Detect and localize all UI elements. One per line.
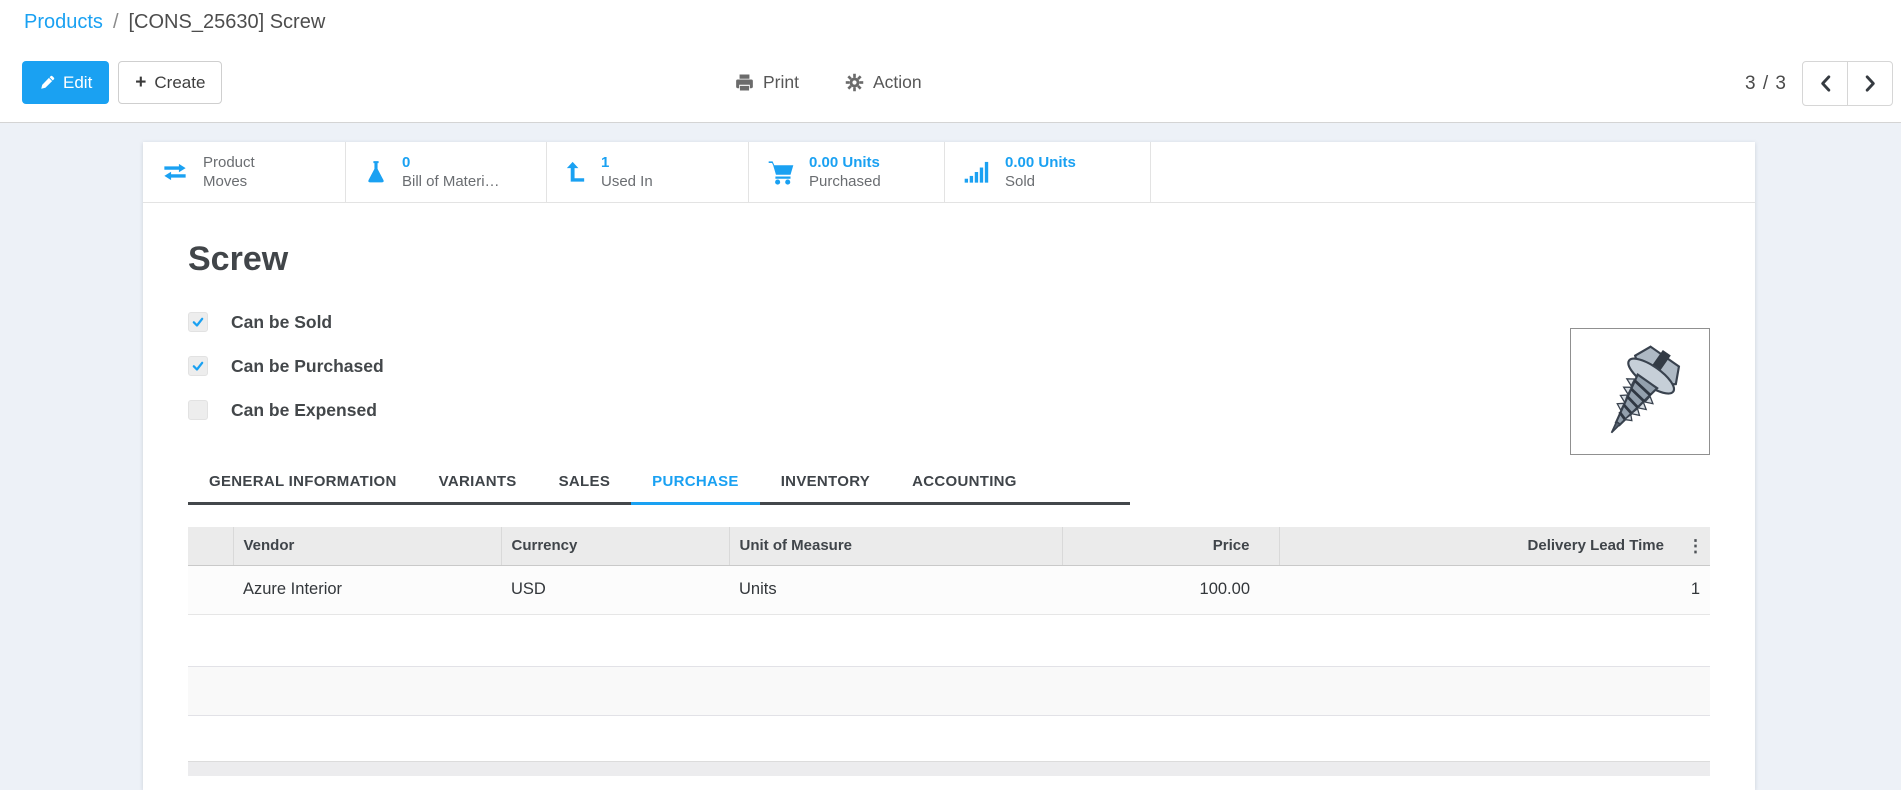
- stat-value: 0.00 Units: [1005, 154, 1076, 171]
- pager-count: 3 / 3: [1745, 72, 1787, 94]
- table-row[interactable]: Azure Interior USD Units 100.00 1: [188, 565, 1710, 615]
- tab-purchase[interactable]: PURCHASE: [631, 463, 760, 505]
- breadcrumb-current-record: [CONS_25630] Screw: [128, 11, 326, 33]
- stat-button-box: Product Moves 0 Bill of Materi… 1 Used I…: [143, 142, 1755, 203]
- stat-value: 0.00 Units: [809, 154, 880, 171]
- checkbox-label: Can be Sold: [231, 311, 333, 332]
- sheet-body: Screw Can be Sold Can be Purchased Can b…: [143, 240, 1755, 776]
- notebook-tabs: GENERAL INFORMATION VARIANTS SALES PURCH…: [188, 463, 1130, 505]
- cell-unit-of-measure[interactable]: Units: [729, 565, 1062, 615]
- cell-vendor[interactable]: Azure Interior: [233, 565, 501, 615]
- checkbox-can-be-sold[interactable]: Can be Sold: [188, 311, 1710, 333]
- checkbox-label: Can be Expensed: [231, 399, 377, 420]
- column-header-label: Delivery Lead Time: [1527, 537, 1664, 555]
- level-up-icon: [564, 158, 588, 186]
- action-menu-label: Action: [872, 72, 922, 92]
- stat-label: Sold: [1005, 173, 1036, 190]
- empty-section-band: [188, 760, 1710, 776]
- form-sheet: Product Moves 0 Bill of Materi… 1 Used I…: [143, 142, 1755, 790]
- print-menu-label: Print: [763, 72, 799, 92]
- stat-button-sold[interactable]: 0.00 Units Sold: [945, 142, 1151, 202]
- empty-section-band: [188, 665, 1710, 716]
- create-button[interactable]: + Create: [118, 61, 223, 104]
- checkbox-checked-icon[interactable]: [188, 356, 208, 376]
- cell-currency[interactable]: USD: [501, 565, 729, 615]
- breadcrumb-products-link[interactable]: Products: [24, 11, 103, 34]
- breadcrumb-separator: /: [112, 11, 119, 33]
- breadcrumb: Products / [CONS_25630] Screw: [24, 11, 325, 34]
- cell-price[interactable]: 100.00: [1062, 565, 1279, 615]
- bar-chart-icon: [962, 158, 992, 186]
- stat-button-bill-of-materials[interactable]: 0 Bill of Materi…: [346, 142, 547, 202]
- column-header-price[interactable]: Price: [1061, 527, 1279, 566]
- checkbox-checked-icon[interactable]: [188, 312, 208, 332]
- column-header-unit-of-measure[interactable]: Unit of Measure: [728, 527, 1062, 566]
- column-header-currency[interactable]: Currency: [500, 527, 729, 566]
- edit-button-label: Edit: [63, 72, 93, 92]
- control-panel: Products / [CONS_25630] Screw Edit + Cre…: [0, 0, 1901, 123]
- pager: 3 / 3: [1745, 61, 1893, 106]
- pager-buttons: [1802, 61, 1893, 106]
- print-menu[interactable]: Print: [735, 72, 799, 93]
- stat-value: 1: [601, 154, 610, 171]
- exchange-icon: [160, 158, 190, 186]
- stat-button-product-moves[interactable]: Product Moves: [143, 142, 346, 202]
- tab-sales[interactable]: SALES: [538, 463, 632, 502]
- checkbox-can-be-expensed[interactable]: Can be Expensed: [188, 399, 1710, 421]
- column-options-icon[interactable]: ⋮: [1687, 537, 1704, 554]
- product-image[interactable]: [1570, 328, 1710, 455]
- screw-image: [1610, 344, 1681, 433]
- tab-general-information[interactable]: GENERAL INFORMATION: [188, 463, 418, 502]
- vendor-pricelist-table: Vendor Currency Unit of Measure Price De…: [188, 527, 1710, 615]
- flask-icon: [363, 157, 389, 187]
- checkbox-can-be-purchased[interactable]: Can be Purchased: [188, 355, 1710, 377]
- stat-label: Bill of Materi…: [402, 173, 500, 190]
- checkbox-unchecked-icon[interactable]: [188, 400, 208, 420]
- toolbar: Edit + Create Print Action 3 / 3: [0, 61, 1901, 107]
- create-button-label: Create: [154, 72, 206, 92]
- cell-delivery-lead-time[interactable]: 1: [1279, 565, 1710, 615]
- stat-button-used-in[interactable]: 1 Used In: [547, 142, 749, 202]
- tab-accounting[interactable]: ACCOUNTING: [891, 463, 1038, 502]
- page-title: Screw: [188, 240, 289, 278]
- tab-inventory[interactable]: INVENTORY: [760, 463, 891, 502]
- toolbar-center-menus: Print Action: [735, 61, 922, 104]
- cart-icon: [766, 158, 796, 186]
- checkbox-label: Can be Purchased: [231, 355, 384, 376]
- toolbar-left-buttons: Edit + Create: [22, 61, 223, 104]
- chevron-right-icon: [1863, 74, 1878, 93]
- pencil-icon: [39, 75, 55, 91]
- chevron-left-icon: [1818, 74, 1833, 93]
- pager-next-button[interactable]: [1847, 61, 1893, 106]
- tab-variants[interactable]: VARIANTS: [418, 463, 538, 502]
- plus-icon: +: [135, 72, 147, 93]
- stat-label: Product: [203, 154, 255, 171]
- pager-previous-button[interactable]: [1802, 61, 1848, 106]
- stat-label: Moves: [203, 173, 248, 190]
- action-menu[interactable]: Action: [845, 72, 922, 93]
- stat-label: Used In: [601, 173, 653, 190]
- printer-icon: [735, 73, 754, 92]
- stat-button-purchased[interactable]: 0.00 Units Purchased: [749, 142, 945, 202]
- table-header-row: Vendor Currency Unit of Measure Price De…: [188, 527, 1710, 566]
- drag-handle-cell: [188, 565, 233, 615]
- column-header-delivery-lead-time[interactable]: Delivery Lead Time ⋮: [1278, 527, 1710, 566]
- stat-label: Purchased: [809, 173, 881, 190]
- edit-button[interactable]: Edit: [22, 61, 110, 104]
- column-header-vendor[interactable]: Vendor: [232, 527, 501, 566]
- stat-value: 0: [402, 154, 411, 171]
- gear-icon: [845, 73, 864, 92]
- drag-handle-column-header: [188, 527, 233, 566]
